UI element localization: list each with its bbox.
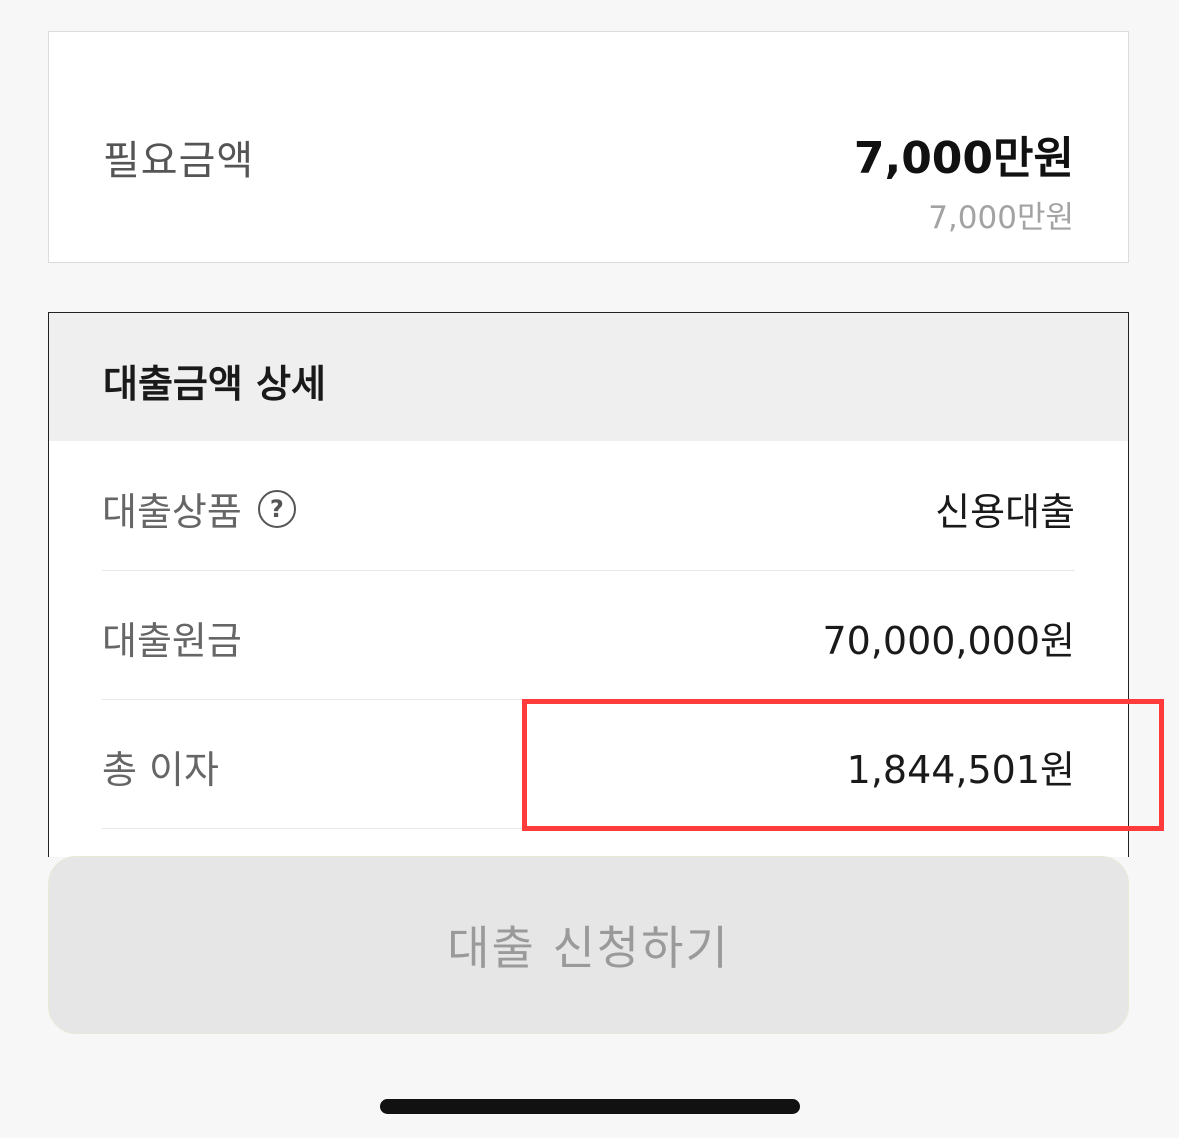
loan-detail-card: 대출금액 상세 대출상품 ? 신용대출 대출원금 70,000,000원 총 이… [48,312,1129,857]
loan-apply-button[interactable]: 대출 신청하기 [48,856,1129,1034]
required-amount-sub-value: 7,000만원 [928,200,1074,236]
total-interest-row: 총 이자 1,844,501원 [102,699,1075,829]
required-amount-card: 필요금액 7,000만원 7,000만원 [48,31,1129,263]
loan-product-label: 대출상품 [102,490,242,534]
loan-principal-row: 대출원금 70,000,000원 [102,570,1075,700]
loan-product-row: 대출상품 ? 신용대출 [102,441,1075,571]
loan-product-value: 신용대출 [935,490,1075,534]
loan-detail-title: 대출금액 상세 [103,362,326,406]
loan-product-label-group: 대출상품 ? [102,481,296,536]
required-amount-value: 7,000만원 [853,133,1074,184]
total-interest-label: 총 이자 [102,748,219,792]
loan-detail-header: 대출금액 상세 [49,313,1128,441]
required-amount-label: 필요금액 [103,138,255,184]
loan-principal-value: 70,000,000원 [822,619,1075,663]
help-icon[interactable]: ? [257,489,296,528]
total-interest-value: 1,844,501원 [846,748,1075,792]
loan-principal-label: 대출원금 [102,619,242,663]
home-indicator[interactable] [380,1099,800,1114]
